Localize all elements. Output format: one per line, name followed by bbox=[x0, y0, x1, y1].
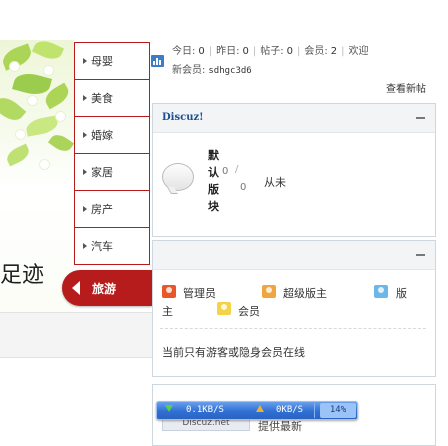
triangle-right-icon bbox=[83, 95, 87, 101]
count-separator: / bbox=[235, 164, 239, 175]
category-label: 母婴 bbox=[91, 55, 113, 68]
newmember-label: 新会员: bbox=[172, 65, 206, 76]
view-new-posts-link[interactable]: 查看新帖 bbox=[386, 80, 426, 95]
banner-caption: 足迹 bbox=[0, 263, 45, 288]
yesterday-count: 0 bbox=[242, 46, 249, 57]
legend-moderator-label: 版 bbox=[396, 287, 407, 300]
triangle-right-icon bbox=[83, 169, 87, 175]
forum-speech-bubble-icon bbox=[162, 163, 194, 191]
upload-speed: 0KB/S bbox=[276, 405, 304, 415]
dashed-divider bbox=[160, 328, 426, 329]
forum-post-count: 0 bbox=[240, 182, 247, 193]
category-label: 旅游 bbox=[92, 281, 117, 296]
category-item-jiaju[interactable]: 家居 bbox=[74, 154, 150, 191]
forum-thread-count: 0 bbox=[222, 166, 229, 177]
category-label: 婚嫁 bbox=[91, 129, 113, 142]
panel-title[interactable]: Discuz! bbox=[162, 112, 204, 123]
forum-last-post: 从未 bbox=[264, 176, 286, 189]
category-label: 家居 bbox=[91, 166, 113, 179]
category-item-muying[interactable]: 母婴 bbox=[74, 42, 150, 80]
legend-admin-label: 管理员 bbox=[183, 287, 216, 300]
left-footer-bar bbox=[0, 312, 152, 358]
forum-stats: 今日: 0 | 昨日: 0 | 帖子: 0 | 会员: 2 | 欢迎 新会员: sdhgc3d6 bbox=[172, 42, 442, 81]
legend-super-moderator-label: 超级版主 bbox=[283, 287, 327, 300]
member-user-icon bbox=[217, 302, 231, 315]
posts-count: 0 bbox=[286, 46, 293, 57]
forum-category-panel: Discuz! bbox=[152, 103, 436, 237]
category-label: 汽车 bbox=[91, 240, 113, 253]
members-label: 会员: bbox=[304, 46, 328, 57]
banner-image: 足迹 bbox=[0, 40, 74, 312]
legend-moderator-label-wrap: 主 bbox=[162, 305, 173, 318]
moderator-user-icon bbox=[374, 285, 388, 298]
network-speed-widget[interactable]: 0.1KB/S 0KB/S 14% bbox=[156, 401, 358, 420]
category-label: 美食 bbox=[91, 92, 113, 105]
category-item-meishi[interactable]: 美食 bbox=[74, 80, 150, 117]
category-menu: 母婴 美食 婚嫁 家居 房产 汽车 bbox=[74, 42, 150, 265]
download-arrow-icon bbox=[165, 405, 173, 412]
super-moderator-user-icon bbox=[262, 285, 276, 298]
forum-name-link[interactable]: 默认版块 bbox=[208, 147, 220, 215]
stats-line-2: 新会员: sdhgc3d6 bbox=[172, 61, 442, 81]
posts-label: 帖子: bbox=[260, 46, 284, 57]
newmember-link[interactable]: sdhgc3d6 bbox=[208, 66, 251, 76]
collapse-icon[interactable] bbox=[416, 254, 425, 256]
welcome-label: 欢迎 bbox=[348, 46, 369, 57]
panel-header: Discuz! bbox=[153, 104, 435, 133]
triangle-left-icon bbox=[72, 281, 80, 295]
yesterday-label: 昨日: bbox=[216, 46, 240, 57]
members-count: 2 bbox=[330, 46, 338, 57]
stats-line-1: 今日: 0 | 昨日: 0 | 帖子: 0 | 会员: 2 | 欢迎 bbox=[172, 46, 369, 57]
today-label: 今日: bbox=[172, 46, 196, 57]
panel-header bbox=[153, 241, 435, 270]
category-item-qiche[interactable]: 汽车 bbox=[74, 228, 150, 265]
legend-member-label: 会员 bbox=[238, 305, 260, 318]
category-item-hunjia[interactable]: 婚嫁 bbox=[74, 117, 150, 154]
triangle-right-icon bbox=[83, 58, 87, 64]
triangle-right-icon bbox=[83, 243, 87, 249]
category-item-lvyou-active[interactable]: 旅游 bbox=[62, 270, 152, 306]
collapse-icon[interactable] bbox=[416, 117, 425, 119]
bottom-panel-text: 提供最新 bbox=[258, 420, 302, 433]
usage-percent: 14% bbox=[320, 403, 356, 418]
online-status-text: 当前只有游客或隐身会员在线 bbox=[162, 346, 305, 359]
triangle-right-icon bbox=[83, 206, 87, 212]
today-count: 0 bbox=[198, 46, 205, 57]
triangle-right-icon bbox=[83, 132, 87, 138]
admin-user-icon bbox=[162, 285, 176, 298]
category-label: 房产 bbox=[91, 203, 113, 216]
upload-arrow-icon bbox=[256, 405, 264, 412]
stats-chart-icon bbox=[151, 55, 164, 67]
category-item-fangchan[interactable]: 房产 bbox=[74, 191, 150, 228]
download-speed: 0.1KB/S bbox=[186, 405, 224, 415]
